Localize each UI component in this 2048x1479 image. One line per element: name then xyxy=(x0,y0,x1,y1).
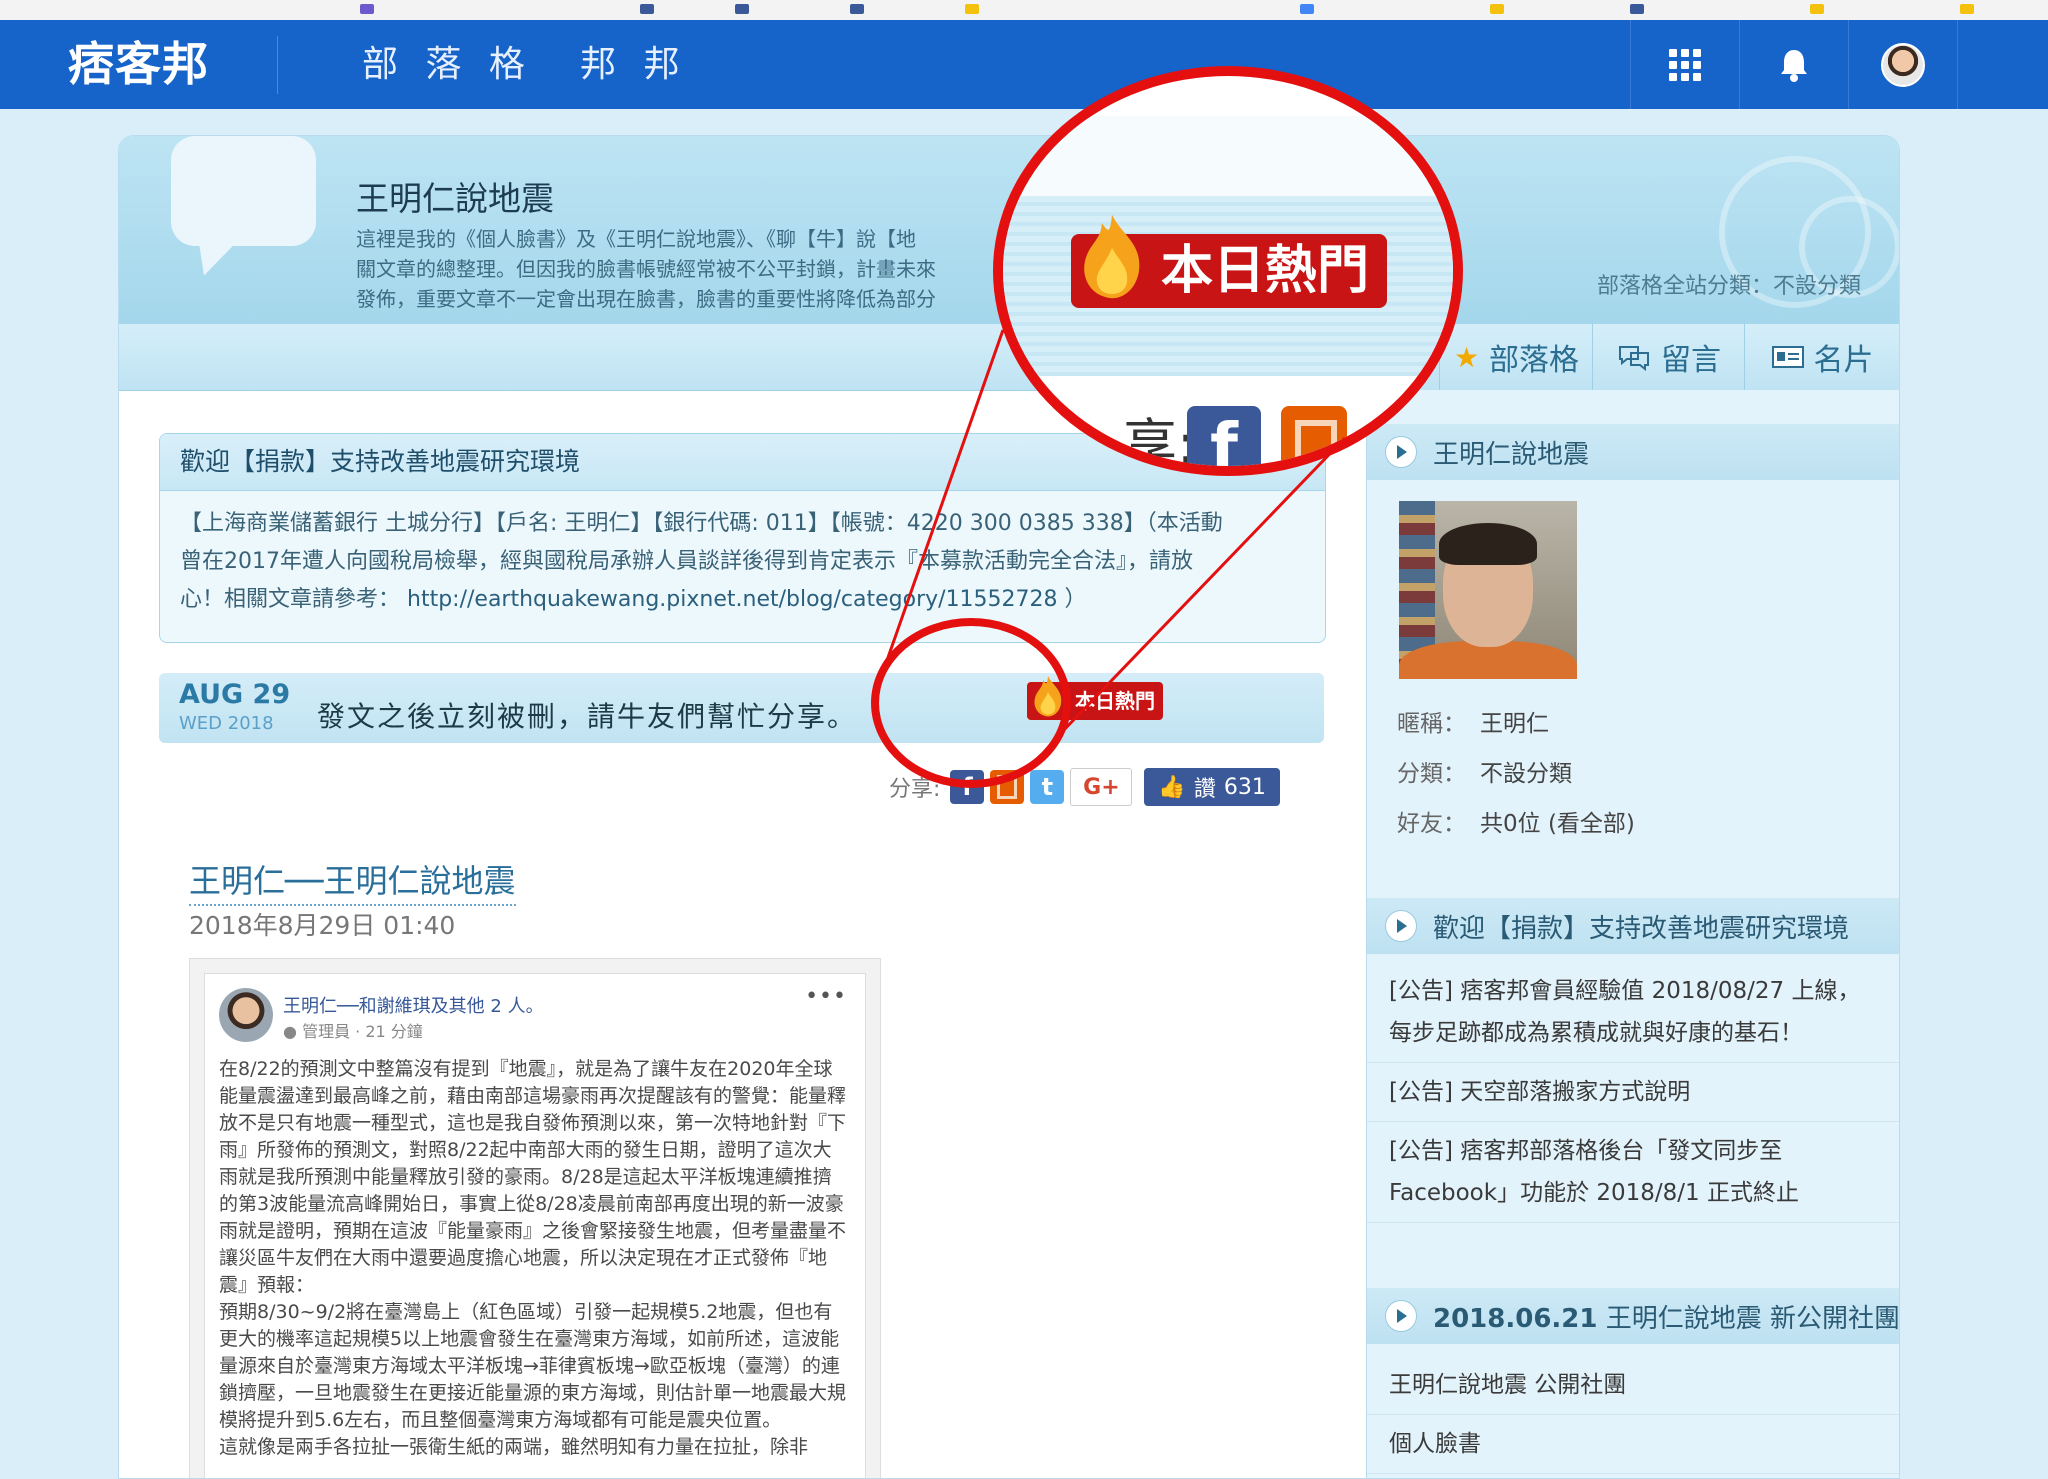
magnified-hot-badge: 本日熱門 xyxy=(1071,214,1387,308)
account-button[interactable] xyxy=(1848,20,1958,109)
thumbs-up-icon: 👍 xyxy=(1158,774,1186,800)
speech-bubble-decoration xyxy=(171,136,316,246)
sidebar-donate-header: 歡迎【捐款】支持改善地震研究環境 xyxy=(1367,898,1899,954)
more-options-icon: ••• xyxy=(805,984,847,1009)
bell-icon xyxy=(1781,49,1807,82)
bookmark-icon[interactable] xyxy=(360,4,374,14)
notifications-button[interactable] xyxy=(1739,20,1848,109)
divider xyxy=(277,36,278,94)
post-title[interactable]: 王明仁──王明仁說地震 xyxy=(189,856,516,906)
fb-meta: ● 管理員 · 21 分鐘 xyxy=(283,1022,423,1041)
google-plus-button[interactable]: G+ xyxy=(1070,768,1133,806)
main-column: 歡迎【捐款】支持改善地震研究環境 【上海商業儲蓄銀行 土城分行】【戶名: 王明仁… xyxy=(119,390,1364,1478)
announcement-item[interactable]: [公告] 痞客邦會員經驗值 2018/08/27 上線，每步足跡都成為累積成就與… xyxy=(1367,962,1899,1063)
facebook-post-screenshot: 王明仁──和謝維琪及其他 2 人。 ● 管理員 · 21 分鐘 ••• 在8/2… xyxy=(189,958,881,1478)
notice-body: 【上海商業儲蓄銀行 土城分行】【戶名: 王明仁】【銀行代碼: 011】【帳號：4… xyxy=(180,511,1223,612)
bookmark-icon[interactable] xyxy=(1490,4,1504,14)
facebook-link[interactable]: 個人臉書 xyxy=(1367,1415,1899,1474)
like-button[interactable]: 👍 讚 631 xyxy=(1144,768,1280,806)
bookmark-icon[interactable] xyxy=(850,4,864,14)
plurk-icon xyxy=(1281,406,1347,466)
star-icon: ★ xyxy=(1453,340,1480,374)
bookmark-icon[interactable] xyxy=(965,4,979,14)
twitter-share-icon[interactable]: t xyxy=(1030,770,1065,804)
post-date: 2018年8月29日 01:40 xyxy=(189,911,456,940)
blog-category: 部落格全站分類：不設分類 xyxy=(1596,274,1861,299)
like-count: 631 xyxy=(1223,774,1266,800)
avatar xyxy=(219,988,273,1042)
avatar xyxy=(1881,42,1925,87)
blog-description: 這裡是我的《個人臉書》及《王明仁說地震》、《聊【牛】說【地 關文章的總整理。但因… xyxy=(356,227,936,311)
facebook-icon: f xyxy=(1187,406,1261,466)
blog-title[interactable]: 王明仁說地震 xyxy=(356,172,554,220)
bookmark-icon[interactable] xyxy=(1630,4,1644,14)
card-icon xyxy=(1771,346,1804,368)
play-arrow-icon xyxy=(1385,910,1417,942)
sidebar: 王明仁說地震 暱稱： 王明仁 分類： 不設分類 好友： 共0位 (看全部) 歡迎【捐款… xyxy=(1366,390,1899,1478)
profile-category: 分類： 不設分類 xyxy=(1397,761,1572,787)
flame-icon xyxy=(1084,214,1140,299)
profile-nickname: 暱稱： 王明仁 xyxy=(1397,711,1549,737)
group-link-list: 王明仁說地震 公開社團 個人臉書 xyxy=(1367,1356,1899,1474)
bookmark-icon[interactable] xyxy=(735,4,749,14)
tab-blog[interactable]: ★ 部落格 xyxy=(1439,324,1593,390)
apps-icon xyxy=(1669,48,1701,81)
nav-link-blog[interactable]: 部 落 格 xyxy=(362,42,533,88)
highlight-circle xyxy=(871,618,1071,788)
post-weekday-year: WED 2018 xyxy=(179,713,274,734)
bookmark-icon[interactable] xyxy=(1960,4,1974,14)
tab-profile-card[interactable]: 名片 xyxy=(1744,324,1899,390)
sidebar-profile-header: 王明仁說地震 xyxy=(1367,424,1899,480)
announcement-item[interactable]: [公告] 天空部落搬家方式說明 xyxy=(1367,1063,1899,1122)
post-header-text[interactable]: 發文之後立刻被刪，請牛友們幫忙分享。 xyxy=(317,695,857,735)
top-navigation-bar: 痞客邦 部 落 格 邦 邦 xyxy=(0,20,2048,109)
profile-friends[interactable]: 好友： 共0位 (看全部) xyxy=(1397,804,1635,838)
announcement-item[interactable]: [公告] 痞客邦部落格後台「發文同步至 Facebook」功能於 2018/8/… xyxy=(1367,1122,1899,1223)
chat-icon xyxy=(1619,346,1649,371)
tab-guestbook[interactable]: 留言 xyxy=(1592,324,1745,390)
announcement-list: [公告] 痞客邦會員經驗值 2018/08/27 上線，每步足跡都成為累積成就與… xyxy=(1367,962,1899,1223)
magnifier-callout: 本日熱門 享: f xyxy=(993,66,1463,476)
post-month-day: AUG 29 xyxy=(179,679,291,710)
bookmark-icon[interactable] xyxy=(640,4,654,14)
facebook-post-card: 王明仁──和謝維琪及其他 2 人。 ● 管理員 · 21 分鐘 ••• 在8/2… xyxy=(204,973,866,1478)
group-link[interactable]: 王明仁說地震 公開社團 xyxy=(1367,1356,1899,1415)
apps-button[interactable] xyxy=(1630,20,1739,109)
play-arrow-icon xyxy=(1385,436,1417,468)
pin-icon: ● xyxy=(283,1022,297,1041)
magnified-share-label: 享: xyxy=(1123,413,1196,476)
bookmark-icon[interactable] xyxy=(1300,4,1314,14)
profile-photo[interactable] xyxy=(1399,501,1577,679)
sidebar-group-header: 2018.06.21 王明仁說地震 新公開社團 xyxy=(1367,1288,1899,1344)
bookmark-icon[interactable] xyxy=(1810,4,1824,14)
category-link[interactable]: http://earthquakewang.pixnet.net/blog/ca… xyxy=(407,587,1058,612)
fb-author: 王明仁──和謝維琪及其他 2 人。 xyxy=(283,996,544,1017)
bookmarks-bar xyxy=(0,0,2048,21)
nav-link-bangbang[interactable]: 邦 邦 xyxy=(580,42,687,88)
play-arrow-icon xyxy=(1385,1300,1417,1332)
fb-post-text: 在8/22的預測文中整篇沒有提到『地震』，就是為了讓牛友在2020年全球能量震盪… xyxy=(219,1058,847,1458)
site-logo[interactable]: 痞客邦 xyxy=(68,34,209,94)
